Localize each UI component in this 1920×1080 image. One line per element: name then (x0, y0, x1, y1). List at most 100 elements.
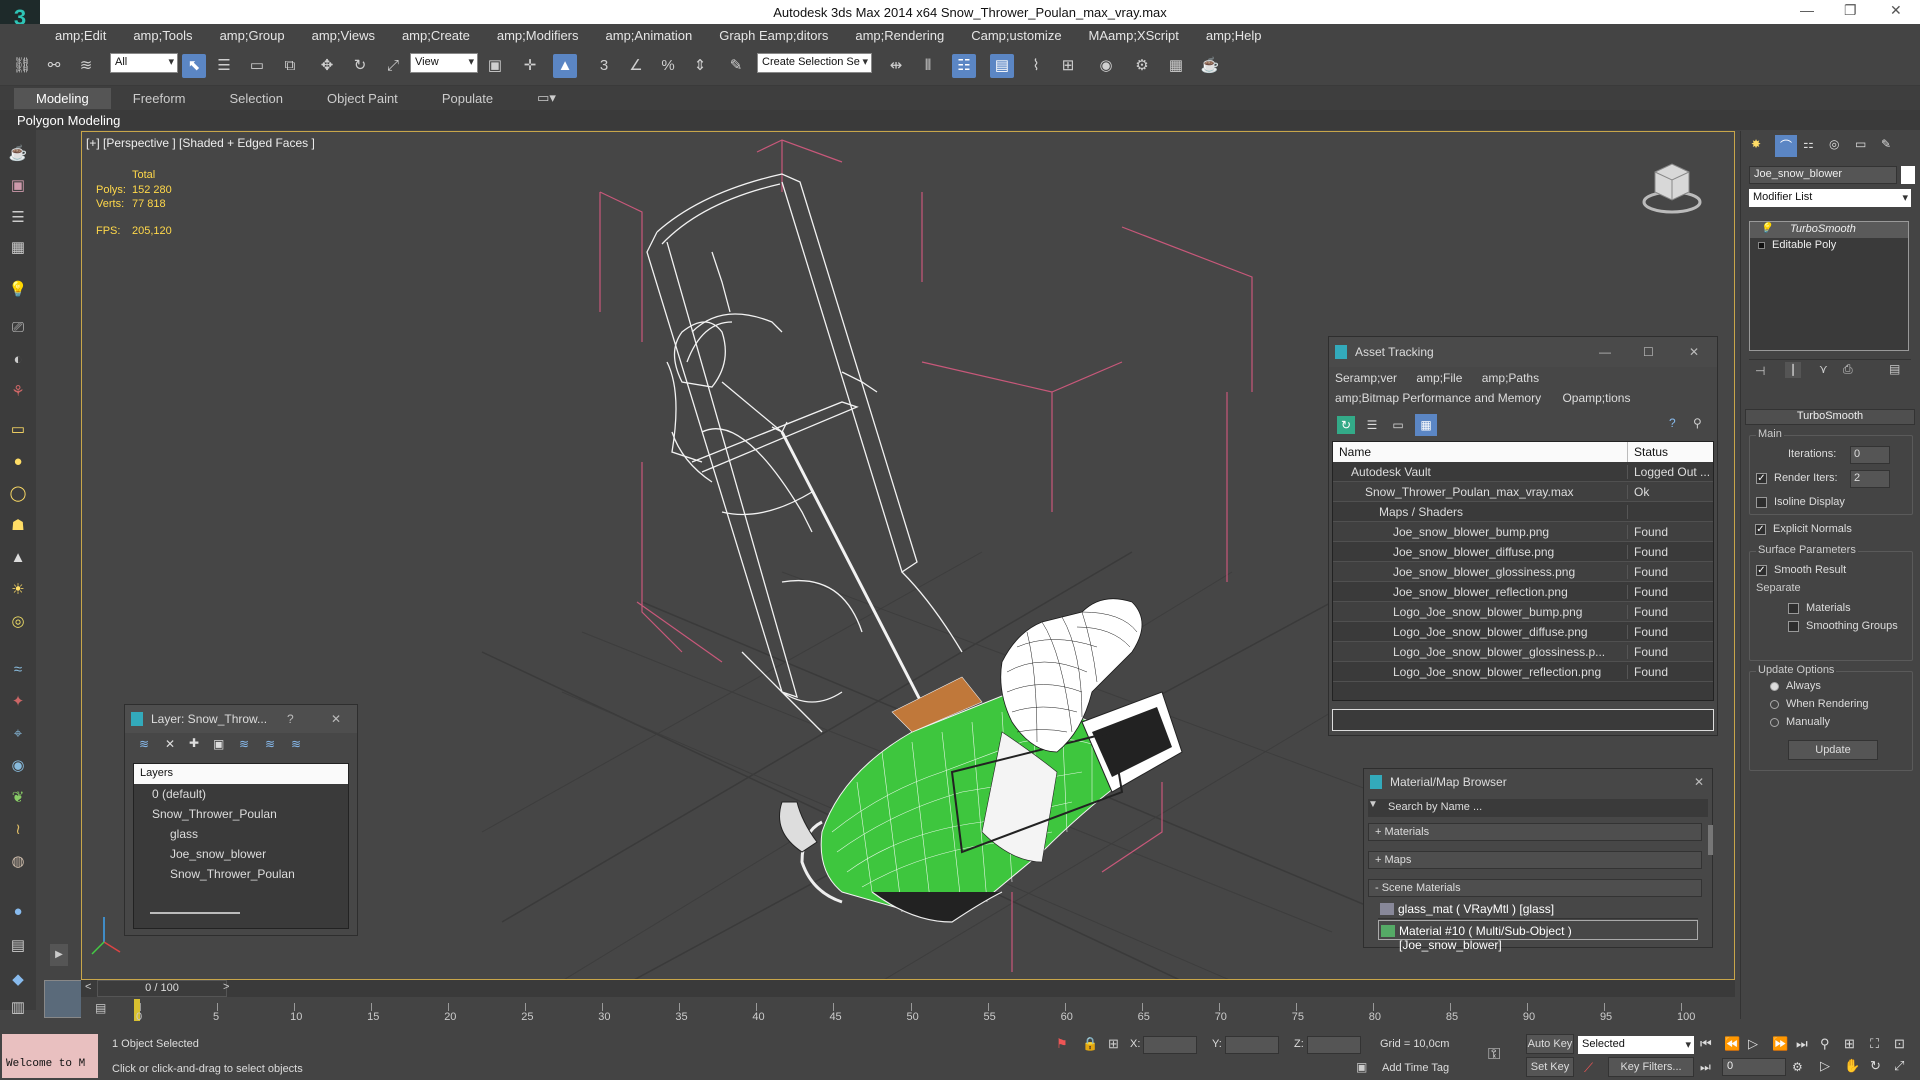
menu-animation[interactable]: amp;Animation (606, 28, 693, 43)
selection-region-icon[interactable]: ▭ (245, 54, 269, 78)
sun-icon[interactable]: ☀ (8, 580, 28, 600)
material-editor-icon[interactable]: ◉ (1094, 54, 1118, 78)
expand-arrow-icon[interactable]: ▶ (50, 944, 68, 966)
play-icon[interactable]: ▷ (1748, 1036, 1758, 1052)
fov-icon[interactable]: ▷ (1820, 1058, 1830, 1074)
add-to-layer-icon[interactable]: ✚ (189, 736, 199, 750)
group-scene-materials[interactable]: - Scene Materials (1368, 879, 1702, 897)
smooth-result-checkbox[interactable]: ✓ (1756, 564, 1773, 576)
modify-tab-icon[interactable]: ⌒ (1775, 135, 1797, 157)
explicit-normals-checkbox[interactable]: ✓ (1755, 523, 1772, 535)
schematic-view-icon[interactable]: ⊞ (1056, 54, 1080, 78)
close-icon[interactable]: ✕ (1890, 2, 1902, 19)
key-mode-dropdown[interactable]: Selected ▾ (1578, 1036, 1694, 1054)
scale-icon[interactable]: ⤢ (381, 54, 405, 78)
foliage-icon[interactable]: ❦ (8, 788, 28, 808)
time-slider[interactable]: < 0 / 100 > (81, 980, 1735, 997)
turbosmooth-rollout-header[interactable]: TurboSmooth (1745, 409, 1915, 425)
next-frame-icon[interactable]: > (223, 981, 229, 993)
tab-modeling[interactable]: Modeling (14, 87, 111, 109)
layer-hscrollbar[interactable] (150, 912, 240, 914)
bone-icon[interactable]: ✦ (8, 692, 28, 712)
systems-icon[interactable]: ⌖ (8, 724, 28, 744)
layer-item[interactable]: 0 (default) (134, 784, 348, 804)
teapot-icon[interactable]: ☕ (8, 144, 28, 164)
track-bar[interactable]: ▤ 0 5 10 15 20 25 30 35 40 45 50 55 60 65 70 75 80 85 90 95… (81, 997, 1735, 1027)
update-button[interactable]: Update (1788, 740, 1878, 760)
tab-selection[interactable]: Selection (208, 88, 305, 109)
zoom-all-icon[interactable]: ⊞ (1844, 1036, 1855, 1052)
zoom-extents-icon[interactable]: ⛶ (1870, 1036, 1879, 1052)
snaps-toggle-icon[interactable]: 3 (592, 54, 616, 78)
render-setup-icon[interactable]: ⚙ (1130, 54, 1154, 78)
layer-help-button[interactable]: ? (287, 712, 294, 726)
menu-edit[interactable]: amp;Edit (55, 28, 106, 43)
tab-freeform[interactable]: Freeform (111, 88, 208, 109)
extra-tool-icon[interactable]: ▥ (8, 998, 28, 1018)
new-layer-icon[interactable]: ≋ (139, 737, 149, 751)
next-key-icon[interactable]: ⏩ (1772, 1036, 1788, 1052)
select-in-layer-icon[interactable]: ▣ (213, 737, 224, 751)
unlink-icon[interactable]: ⚯ (42, 54, 66, 78)
menu-help[interactable]: amp;Help (1206, 28, 1262, 43)
select-manipulate-icon[interactable]: ✛ (518, 54, 542, 78)
vray-icon[interactable]: ▤ (8, 936, 28, 956)
go-to-end-icon[interactable]: ⏭ (1796, 1036, 1808, 1052)
light-icon[interactable]: 💡 (8, 280, 28, 300)
render-icon[interactable]: ▣ (8, 176, 28, 196)
menu-views[interactable]: amp;Views (312, 28, 375, 43)
table-view-icon[interactable]: ▦ (1415, 414, 1437, 436)
thumbnail-view-icon[interactable]: ▭ (1389, 416, 1407, 434)
material-item-multisub[interactable]: Material #10 ( Multi/Sub-Object ) [Joe_s… (1378, 920, 1698, 952)
layer-item[interactable]: Snow_Thrower_Poulan (134, 864, 348, 884)
add-time-tag-label[interactable]: Add Time Tag (1382, 1062, 1449, 1074)
mini-curve-editor-button[interactable] (44, 980, 82, 1018)
script-icon[interactable]: ◆ (8, 970, 28, 990)
orbit-icon[interactable]: ↻ (1870, 1058, 1881, 1074)
radio-always[interactable] (1770, 682, 1779, 691)
set-key-button[interactable]: Set Key (1526, 1057, 1574, 1077)
rendered-frame-window-icon[interactable]: ▦ (1164, 54, 1188, 78)
search-options-icon[interactable]: ▼ (1368, 799, 1378, 810)
align-icon[interactable]: ⫴ (916, 54, 940, 78)
asset-row[interactable]: Maps / Shaders (1333, 502, 1713, 522)
stack-item-editable-poly[interactable]: Editable Poly (1750, 238, 1908, 254)
particle-icon[interactable]: ⚘ (8, 382, 28, 402)
asset-row[interactable]: Joe_snow_blower_glossiness.png Found (1333, 562, 1713, 582)
menu-tools[interactable]: amp;Tools (133, 28, 192, 43)
material-search-input[interactable]: Search by Name ... (1368, 799, 1708, 817)
cloth-icon[interactable]: ◍ (8, 852, 28, 872)
asset-row[interactable]: Autodesk Vault Logged Out ... (1333, 462, 1713, 482)
render-iters-spinner[interactable]: 2 (1850, 470, 1890, 488)
menu-rendering[interactable]: amp;Rendering (855, 28, 944, 43)
asset-row[interactable]: Logo_Joe_snow_blower_glossiness.p... Foun… (1333, 642, 1713, 662)
list-icon[interactable]: ☰ (8, 208, 28, 228)
menu-modifiers[interactable]: amp;Modifiers (497, 28, 579, 43)
material-item-glass[interactable]: glass_mat ( VRayMtl ) [glass] (1378, 899, 1698, 919)
reference-coord-dropdown[interactable]: View (410, 53, 478, 73)
smoothing-groups-checkbox[interactable] (1788, 620, 1805, 632)
hair-icon[interactable]: ≀ (8, 820, 28, 840)
select-object-icon[interactable]: ⬉ (182, 54, 206, 78)
group-maps[interactable]: + Maps (1368, 851, 1702, 869)
delete-layer-icon[interactable]: ✕ (165, 737, 175, 751)
refresh-icon[interactable]: ↻ (1337, 416, 1355, 434)
link-icon[interactable]: ⛓ (10, 54, 34, 78)
render-iters-checkbox[interactable]: ✓ (1756, 472, 1773, 484)
asset-menu-file[interactable]: amp;File (1416, 371, 1462, 385)
make-unique-icon[interactable]: ⋎ (1819, 362, 1828, 376)
grid-icon[interactable]: ▦ (8, 238, 28, 258)
remove-modifier-icon[interactable]: ⎙ (1843, 362, 1853, 377)
torus-icon[interactable]: ◎ (8, 612, 28, 632)
camera-icon[interactable]: ⎚ (8, 318, 28, 338)
prev-frame-icon[interactable]: < (85, 981, 91, 993)
zoom-extents-all-icon[interactable]: ⊡ (1894, 1036, 1905, 1052)
render-production-icon[interactable]: ☕ (1198, 54, 1222, 78)
hide-all-icon[interactable]: ≋ (265, 737, 275, 751)
column-name[interactable]: Name (1333, 442, 1628, 462)
tab-populate[interactable]: Populate (420, 88, 515, 109)
percent-snap-icon[interactable]: % (656, 54, 680, 78)
asset-row[interactable]: Logo_Joe_snow_blower_reflection.png Found (1333, 662, 1713, 682)
asset-close-icon[interactable]: ✕ (1689, 345, 1699, 359)
rotate-icon[interactable]: ↻ (348, 54, 372, 78)
